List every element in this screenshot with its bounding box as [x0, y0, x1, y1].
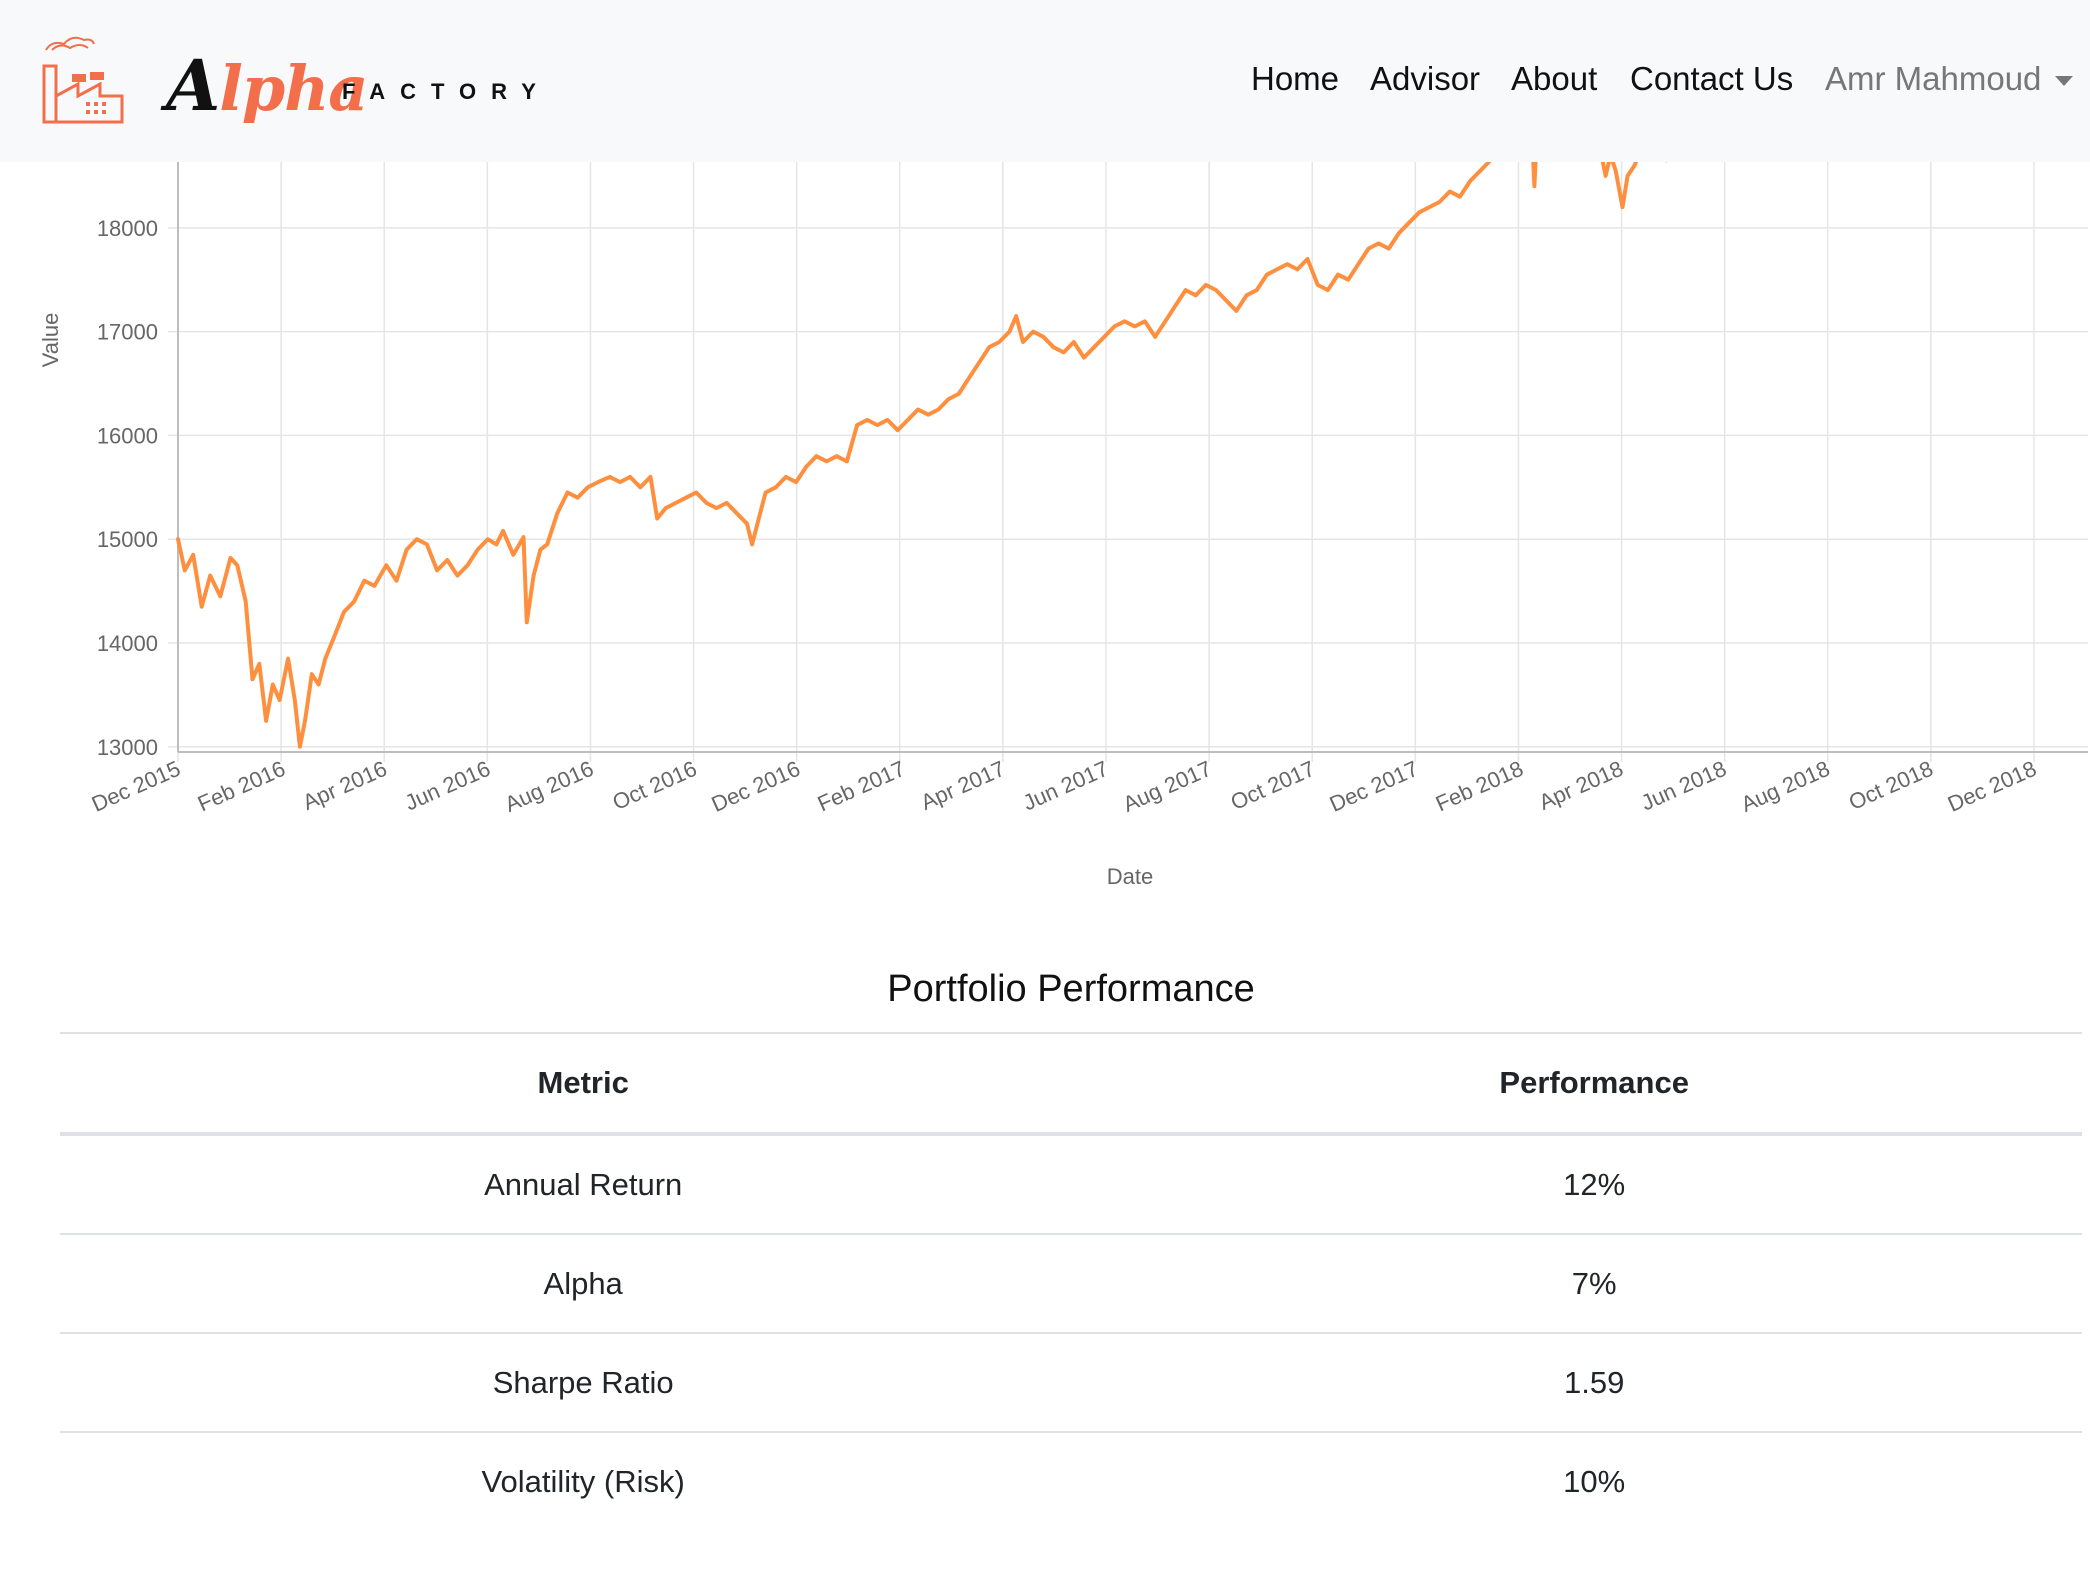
x-tick-label: Dec 2018: [1944, 756, 2040, 817]
factory-logo-icon[interactable]: [38, 30, 128, 125]
y-tick-label: 16000: [97, 423, 158, 448]
x-tick-label: Jun 2016: [401, 756, 494, 816]
y-tick-label: 13000: [97, 735, 158, 760]
x-tick-label: Apr 2016: [299, 756, 391, 815]
y-tick-label: 14000: [97, 631, 158, 656]
value-cell: 12%: [1106, 1134, 2082, 1235]
x-tick-label: Dec 2015: [88, 756, 184, 817]
chart-grid: [168, 110, 2088, 762]
brand-wordmark-initial: A: [166, 44, 220, 127]
value-cell: 7%: [1106, 1234, 2082, 1334]
table-row: Annual Return 12%: [60, 1134, 2082, 1235]
value-cell: 1.59: [1106, 1333, 2082, 1433]
metric-cell: Volatility (Risk): [481, 1463, 685, 1499]
x-tick-label: Apr 2018: [1535, 756, 1627, 815]
x-tick-label: Oct 2018: [1845, 756, 1937, 815]
x-axis-title: Date: [1107, 864, 1153, 889]
y-tick-label: 18000: [97, 216, 158, 241]
user-menu-dropdown[interactable]: Amr Mahmoud: [1825, 60, 2041, 98]
table-header-row: Metric Performance: [60, 1032, 2082, 1136]
x-tick-label: Feb 2016: [194, 756, 289, 817]
x-tick-label: Feb 2018: [1432, 756, 1527, 817]
table-row: Alpha 7%: [60, 1234, 2082, 1334]
metric-column-header: Metric: [60, 1032, 1107, 1136]
navbar: Alpha FACTORY Home Advisor About Contact…: [0, 0, 2090, 162]
brand-wordmark[interactable]: Alpha: [166, 44, 368, 127]
y-tick-label: 17000: [97, 320, 158, 345]
x-tick-label: Aug 2018: [1737, 756, 1833, 817]
nav-about-link[interactable]: About: [1511, 60, 1597, 98]
chart-series: [176, 148, 2035, 749]
table-row: Sharpe Ratio 1.59: [60, 1333, 2082, 1433]
y-axis-title: Value: [38, 313, 63, 368]
table-row: Volatility (Risk) 10%: [60, 1432, 2082, 1530]
nav-home-link[interactable]: Home: [1251, 60, 1339, 98]
y-tick-label: 15000: [97, 527, 158, 552]
x-tick-label: Jun 2018: [1637, 756, 1730, 816]
chevron-down-icon[interactable]: [2055, 76, 2073, 86]
x-tick-label: Oct 2017: [1227, 756, 1319, 815]
nav-contact-link[interactable]: Contact Us: [1630, 60, 1793, 98]
x-tick-label: Dec 2016: [708, 756, 804, 817]
performance-title: Portfolio Performance: [887, 968, 1255, 1010]
brand-subtitle: FACTORY: [342, 79, 551, 104]
metric-cell: Sharpe Ratio: [60, 1333, 1107, 1433]
value-cell: 10%: [1563, 1463, 1626, 1499]
x-tick-label: Aug 2016: [501, 756, 597, 817]
chart-labels: 130001400015000160001700018000Dec 2015 Fe…: [88, 216, 2040, 817]
value-series-line: [176, 148, 1503, 749]
metric-cell: Annual Return: [60, 1134, 1107, 1235]
x-tick-label: Apr 2017: [917, 756, 1009, 815]
x-tick-label: Feb 2017: [814, 756, 909, 817]
x-tick-label: Dec 2017: [1326, 756, 1422, 817]
x-tick-label: Oct 2016: [609, 756, 701, 815]
metric-cell: Alpha: [60, 1234, 1107, 1334]
x-tick-label: Aug 2017: [1119, 756, 1215, 817]
performance-column-header: Performance: [1106, 1032, 2082, 1136]
performance-table: Metric Performance Annual Return 12% Alp…: [60, 1032, 2082, 1530]
nav-advisor-link[interactable]: Advisor: [1370, 60, 1480, 98]
x-tick-label: Jun 2017: [1019, 756, 1112, 816]
